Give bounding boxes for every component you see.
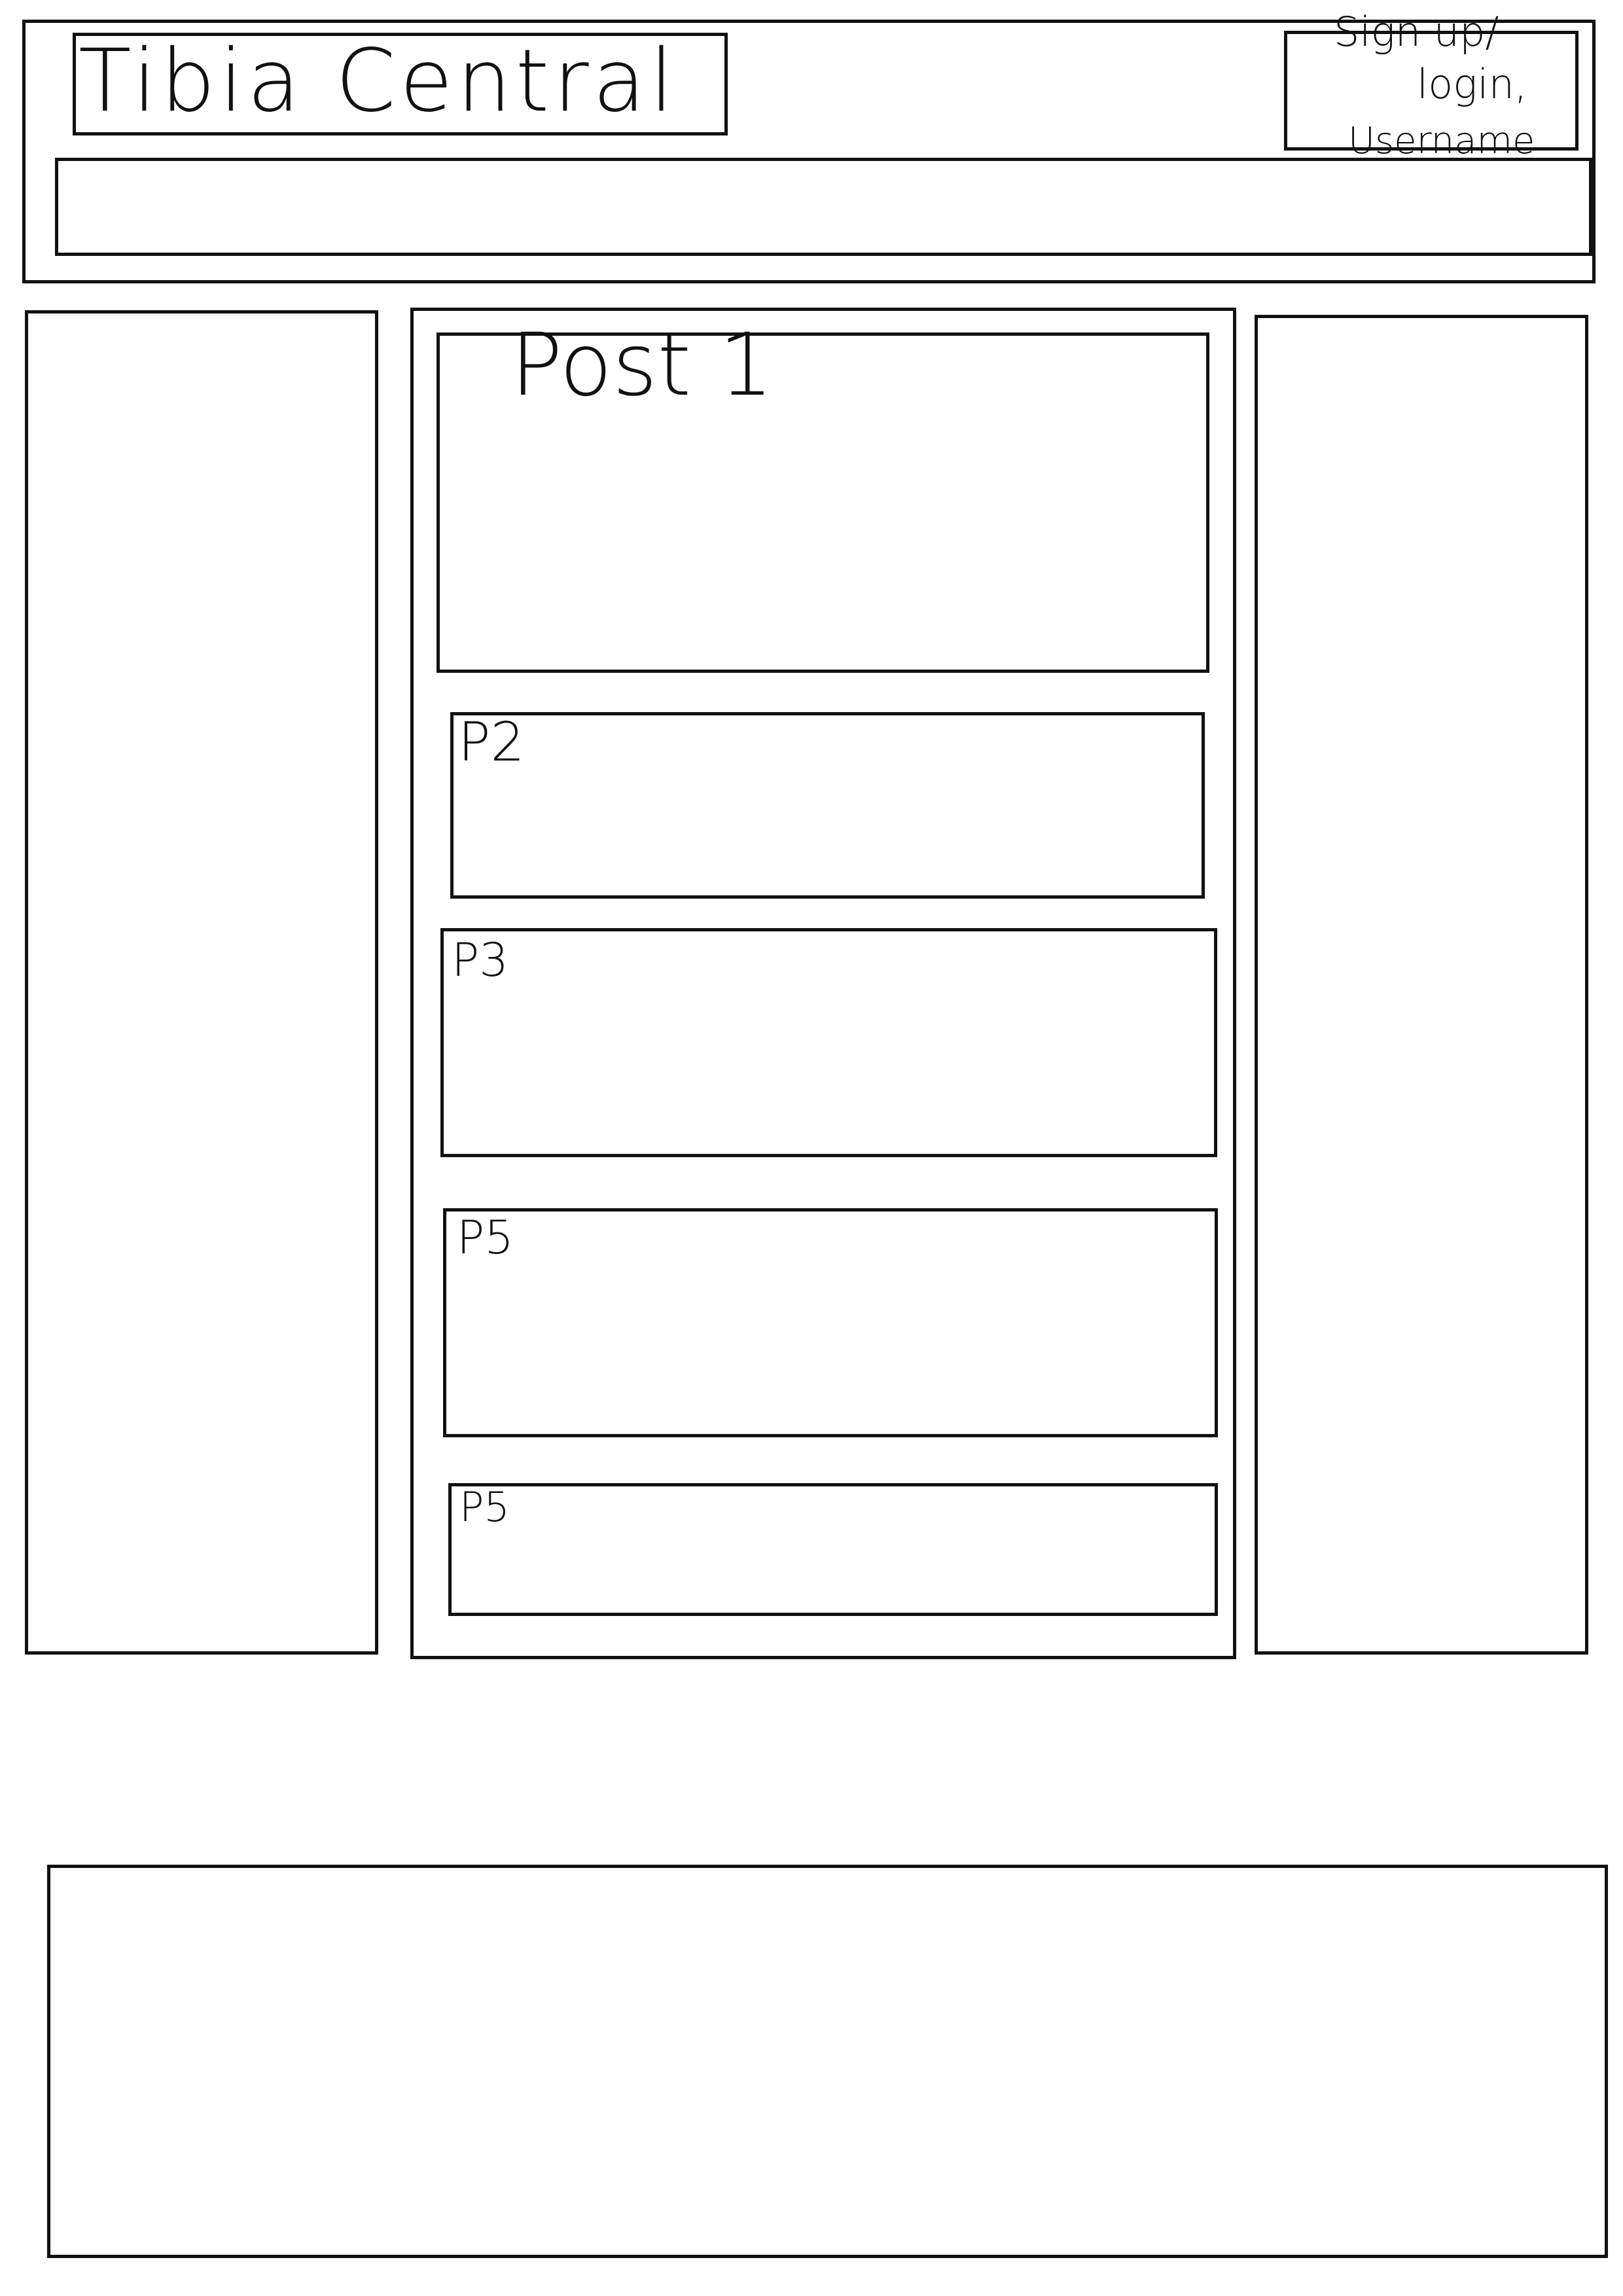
post-card-2[interactable] <box>450 712 1205 899</box>
auth-signup-label[interactable]: Sign up/ <box>1334 12 1499 52</box>
post-card-4[interactable] <box>443 1208 1218 1437</box>
left-sidebar <box>25 310 378 1655</box>
post-title-5: P5 <box>459 1483 510 1531</box>
auth-username-label[interactable]: Username <box>1348 123 1535 160</box>
post-title-2: P2 <box>458 711 525 774</box>
right-sidebar <box>1255 315 1588 1655</box>
post-title-4: P5 <box>457 1211 514 1265</box>
post-card-5[interactable] <box>448 1483 1218 1616</box>
auth-login-label[interactable]: login, <box>1417 64 1527 105</box>
post-title-1: Post 1 <box>510 315 774 416</box>
site-title: Tibia Central <box>79 31 678 132</box>
navigation-bar[interactable] <box>55 158 1592 256</box>
footer <box>47 1865 1608 2258</box>
post-title-3: P3 <box>452 933 508 987</box>
post-card-3[interactable] <box>440 928 1217 1157</box>
